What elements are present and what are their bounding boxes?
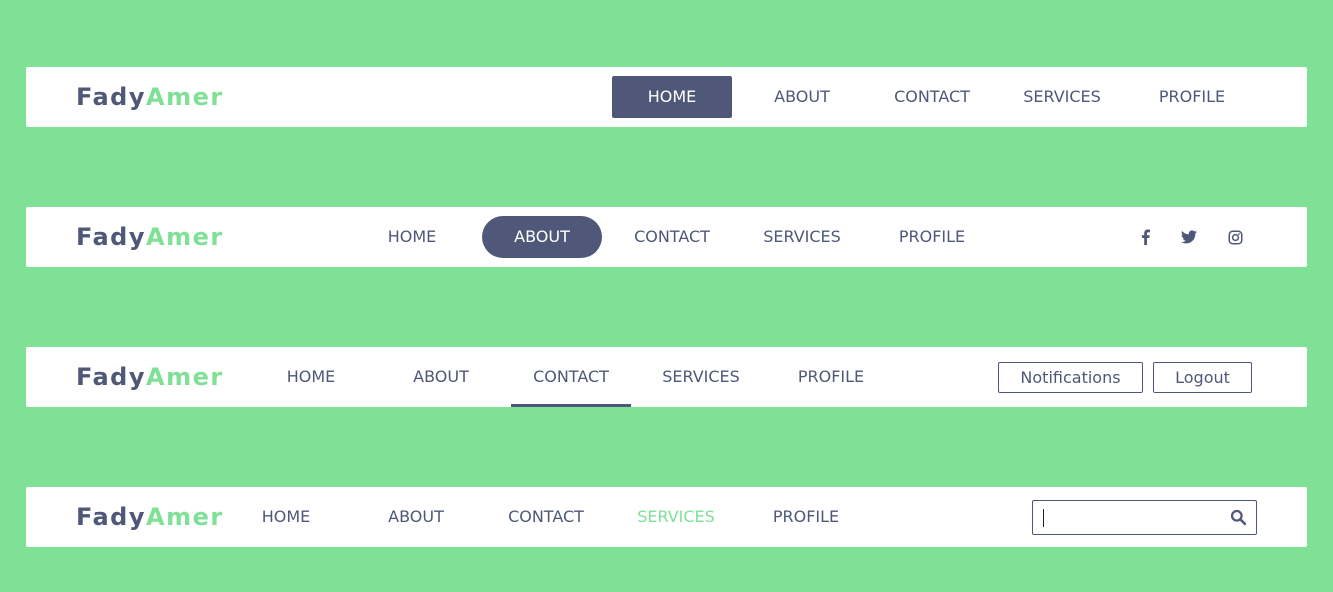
nav-profile[interactable]: PROFILE xyxy=(746,487,866,547)
brand-first-name: Fady xyxy=(76,223,147,251)
brand-last-name: Amer xyxy=(146,83,224,111)
nav-services[interactable]: SERVICES xyxy=(1002,67,1122,127)
navbar-search: FadyAmer HOME ABOUT CONTACT SERVICES PRO… xyxy=(26,487,1307,547)
brand-last-name: Amer xyxy=(146,363,224,391)
navbar-boxed: FadyAmer HOME ABOUT CONTACT SERVICES PRO… xyxy=(26,67,1307,127)
navbar-pill: FadyAmer HOME ABOUT CONTACT SERVICES PRO… xyxy=(26,207,1307,267)
nav-profile[interactable]: PROFILE xyxy=(1132,67,1252,127)
notifications-button[interactable]: Notifications xyxy=(998,362,1143,393)
nav-contact[interactable]: CONTACT xyxy=(511,347,631,407)
nav-home[interactable]: HOME xyxy=(251,347,371,407)
brand-logo[interactable]: FadyAmer xyxy=(76,363,224,391)
brand-logo[interactable]: FadyAmer xyxy=(76,223,224,251)
facebook-icon[interactable] xyxy=(1135,227,1155,247)
search-input[interactable] xyxy=(1041,506,1221,529)
brand-first-name: Fady xyxy=(76,363,147,391)
nav-contact[interactable]: CONTACT xyxy=(486,487,606,547)
nav-services[interactable]: SERVICES xyxy=(616,487,736,547)
search-box xyxy=(1032,500,1257,535)
nav-contact[interactable]: CONTACT xyxy=(872,67,992,127)
nav-home[interactable]: HOME xyxy=(226,487,346,547)
instagram-icon[interactable] xyxy=(1225,227,1245,247)
nav-about[interactable]: ABOUT xyxy=(742,67,862,127)
nav-about[interactable]: ABOUT xyxy=(381,347,501,407)
search-icon[interactable] xyxy=(1230,509,1247,526)
nav-about[interactable]: ABOUT xyxy=(356,487,476,547)
brand-logo[interactable]: FadyAmer xyxy=(76,503,224,531)
twitter-icon[interactable] xyxy=(1179,227,1199,247)
text-caret xyxy=(1043,509,1044,527)
brand-first-name: Fady xyxy=(76,503,147,531)
nav-home[interactable]: HOME xyxy=(352,207,472,267)
nav-profile[interactable]: PROFILE xyxy=(771,347,891,407)
logout-button[interactable]: Logout xyxy=(1153,362,1252,393)
nav-services[interactable]: SERVICES xyxy=(742,207,862,267)
nav-profile[interactable]: PROFILE xyxy=(872,207,992,267)
navbar-underline: FadyAmer HOME ABOUT CONTACT SERVICES PRO… xyxy=(26,347,1307,407)
brand-logo[interactable]: FadyAmer xyxy=(76,83,224,111)
nav-services[interactable]: SERVICES xyxy=(641,347,761,407)
brand-first-name: Fady xyxy=(76,83,147,111)
nav-home[interactable]: HOME xyxy=(612,76,732,118)
nav-contact[interactable]: CONTACT xyxy=(612,207,732,267)
nav-about[interactable]: ABOUT xyxy=(482,216,602,258)
brand-last-name: Amer xyxy=(146,223,224,251)
brand-last-name: Amer xyxy=(146,503,224,531)
